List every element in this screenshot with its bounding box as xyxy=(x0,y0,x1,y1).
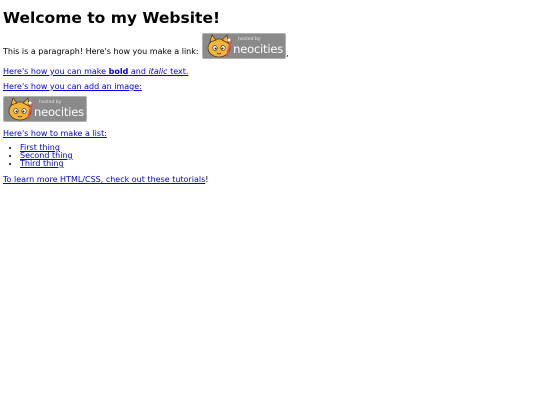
example-list: First thing Second thing Third thing xyxy=(3,144,73,168)
tutorials-link[interactable]: To learn more HTML/CSS, check out these … xyxy=(3,175,205,184)
link-paragraph-text: This is a paragraph! Here's how you make… xyxy=(3,47,199,56)
page-title: Welcome to my Website! xyxy=(3,9,221,27)
image-example: hosted by neocities xyxy=(3,96,87,122)
formatting-before: Here's how you can make xyxy=(3,67,109,76)
image-line: Here's how you can add an image: xyxy=(3,82,142,92)
image-tutorial-link[interactable]: Here's how you can add an image: xyxy=(3,82,142,91)
formatting-line: Here's how you can make bold and italic … xyxy=(3,67,188,77)
list-intro-line: Here's how to make a list: xyxy=(3,129,107,139)
formatting-after: text. xyxy=(167,67,189,76)
tutorial-line: To learn more HTML/CSS, check out these … xyxy=(3,175,208,185)
link-paragraph-comma: , xyxy=(286,49,289,58)
badge-brand-text: neocities xyxy=(34,105,84,119)
link-paragraph: This is a paragraph! Here's how you make… xyxy=(3,33,289,59)
neocities-badge-link[interactable]: hosted by neocities xyxy=(202,33,287,59)
list-tutorial-link[interactable]: Here's how to make a list: xyxy=(3,129,107,138)
list-item: Third thing xyxy=(20,160,73,168)
neocities-badge[interactable]: hosted by neocities xyxy=(202,33,287,59)
formatting-bold: bold xyxy=(108,67,129,76)
formatting-link[interactable]: Here's how you can make bold and italic … xyxy=(3,67,188,76)
tutorial-exclamation: ! xyxy=(205,175,209,184)
neocities-cat-icon xyxy=(8,97,34,121)
neocities-cat-icon xyxy=(207,34,233,58)
formatting-italic: italic xyxy=(148,67,168,76)
list-item-link[interactable]: Third thing xyxy=(20,159,64,168)
formatting-middle: and xyxy=(128,67,149,76)
neocities-badge-image: hosted by neocities xyxy=(3,96,87,122)
badge-brand-text: neocities xyxy=(233,42,284,56)
